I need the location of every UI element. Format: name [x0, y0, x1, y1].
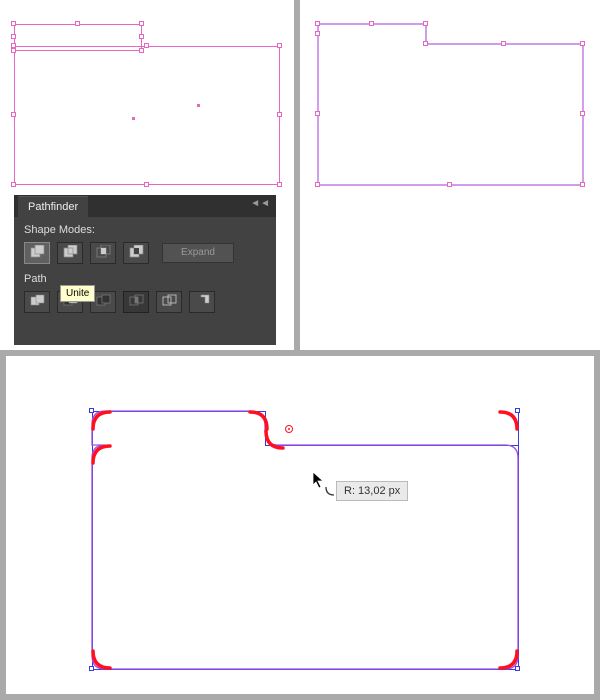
selection-handle[interactable] [89, 666, 94, 671]
radius-tooltip: R: 13,02 px [336, 481, 408, 501]
pathfinders-row [14, 289, 276, 319]
folder-outline [90, 409, 520, 671]
anchor-point[interactable] [315, 21, 320, 26]
shape-modes-label: Shape Modes: [14, 217, 276, 240]
divide-button[interactable] [24, 291, 50, 313]
outline-icon [162, 294, 177, 310]
top-section: Pathfinder ◄◄ Shape Modes: Expand Path [0, 0, 600, 350]
exclude-button[interactable] [123, 242, 149, 264]
anchor-point[interactable] [277, 182, 282, 187]
selection-handle[interactable] [515, 666, 520, 671]
anchor-point[interactable] [11, 112, 16, 117]
pathfinder-panel: Pathfinder ◄◄ Shape Modes: Expand Path [14, 195, 276, 345]
artboard-right[interactable] [318, 24, 583, 186]
anchor-point[interactable] [580, 182, 585, 187]
anchor-point[interactable] [580, 41, 585, 46]
live-corner-widget[interactable] [285, 425, 293, 433]
anchor-point[interactable] [139, 48, 144, 53]
crop-button[interactable] [123, 291, 149, 313]
anchor-point[interactable] [501, 41, 506, 46]
anchor-point[interactable] [580, 111, 585, 116]
intersect-icon [96, 245, 111, 261]
large-rectangle-shape[interactable] [14, 46, 280, 185]
bottom-section: R: 13,02 px [0, 350, 600, 700]
anchor-point[interactable] [315, 182, 320, 187]
corner-arc-tl2 [90, 443, 118, 471]
anchor-point[interactable] [139, 34, 144, 39]
selection-handle[interactable] [89, 408, 94, 413]
anchor-point[interactable] [315, 31, 320, 36]
anchor-point[interactable] [423, 21, 428, 26]
anchor-point[interactable] [423, 41, 428, 46]
cursor [312, 471, 326, 494]
anchor-point[interactable] [11, 43, 16, 48]
exclude-icon [129, 245, 144, 261]
center-mark [197, 104, 200, 107]
crop-icon [129, 294, 144, 310]
cursor-arc-icon [324, 485, 336, 500]
anchor-point[interactable] [277, 43, 282, 48]
intersect-button[interactable] [90, 242, 116, 264]
anchor-point[interactable] [144, 182, 149, 187]
shape-modes-row: Expand [14, 240, 276, 270]
minus-front-button[interactable] [57, 242, 83, 264]
folder-path-shape[interactable] [317, 23, 585, 188]
anchor-point[interactable] [11, 48, 16, 53]
anchor-point[interactable] [369, 21, 374, 26]
panel-tab[interactable]: Pathfinder [18, 196, 88, 217]
panel-header: Pathfinder ◄◄ [14, 195, 276, 217]
anchor-point[interactable] [75, 21, 80, 26]
unite-button[interactable] [24, 242, 50, 264]
artboard-left[interactable] [14, 24, 280, 185]
divide-icon [30, 294, 45, 310]
unite-tooltip: Unite [60, 285, 95, 302]
top-right-pane [300, 0, 594, 350]
minus-back-icon [195, 294, 210, 310]
anchor-point[interactable] [139, 21, 144, 26]
corner-arc-tl [90, 409, 118, 437]
center-mark [132, 117, 135, 120]
bottom-canvas[interactable]: R: 13,02 px [6, 356, 594, 694]
selection-handle[interactable] [515, 408, 520, 413]
anchor-point[interactable] [277, 112, 282, 117]
corner-arc-bl [90, 643, 118, 671]
anchor-point[interactable] [315, 111, 320, 116]
anchor-point[interactable] [11, 182, 16, 187]
corner-arc-tr [492, 409, 520, 437]
collapse-icon[interactable]: ◄◄ [250, 198, 270, 209]
anchor-point[interactable] [447, 182, 452, 187]
anchor-point[interactable] [144, 43, 149, 48]
anchor-point[interactable] [11, 34, 16, 39]
minus-back-button[interactable] [189, 291, 215, 313]
outline-button[interactable] [156, 291, 182, 313]
pathfinders-label: Path [14, 270, 276, 289]
unite-icon [30, 245, 45, 261]
expand-button[interactable]: Expand [162, 243, 234, 263]
top-left-pane: Pathfinder ◄◄ Shape Modes: Expand Path [0, 0, 300, 350]
minus-front-icon [63, 245, 78, 261]
anchor-point[interactable] [11, 21, 16, 26]
merge-icon [96, 294, 111, 310]
small-rectangle-shape[interactable] [14, 24, 142, 51]
